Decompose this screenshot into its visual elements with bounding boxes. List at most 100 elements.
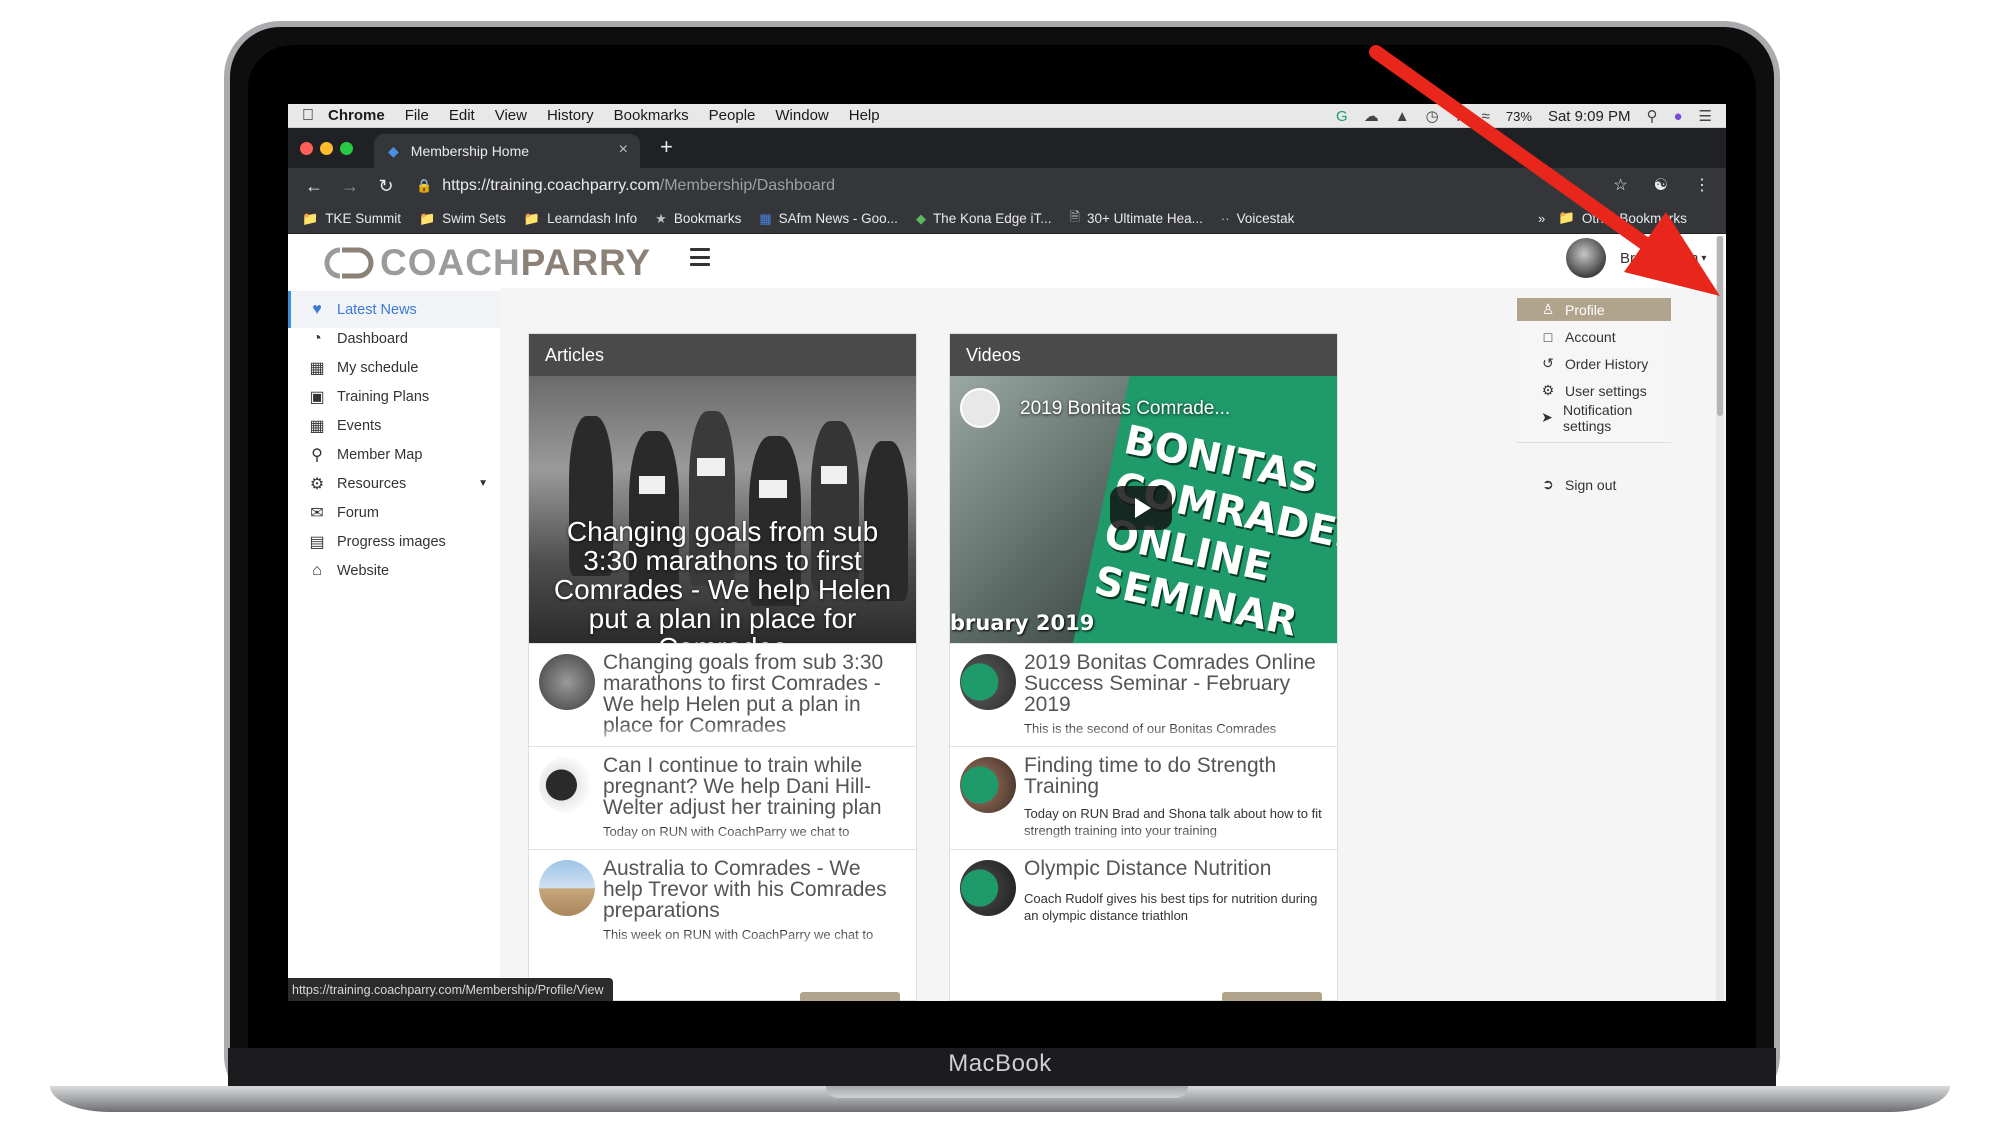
- menu-file[interactable]: File: [405, 107, 429, 124]
- video-item-title[interactable]: 2019 Bonitas Comrades Online Success Sem…: [1024, 652, 1323, 715]
- url-path: /Membership/Dashboard: [659, 177, 835, 194]
- menu-item-account[interactable]: □ Account: [1517, 325, 1671, 348]
- sidebar: ♥ Latest News ◔ Dashboard ▦ My schedule …: [288, 288, 500, 1001]
- menu-edit[interactable]: Edit: [449, 107, 475, 124]
- minimize-window-button[interactable]: [320, 142, 333, 155]
- bookmark-swim-sets[interactable]: 📁 Swim Sets: [419, 211, 506, 227]
- articles-hero[interactable]: Changing goals from sub 3:30 marathons t…: [529, 376, 916, 643]
- calendar-icon: ▦: [309, 417, 325, 435]
- chevron-down-icon[interactable]: ▾: [1701, 253, 1706, 264]
- menu-bookmarks[interactable]: Bookmarks: [614, 107, 689, 124]
- lock-icon[interactable]: 🔒: [416, 178, 432, 194]
- mac-menubar:  Chrome File Edit View History Bookmark…: [288, 104, 1726, 128]
- more-bookmarks-chevron-icon[interactable]: »: [1538, 211, 1545, 226]
- videos-more-button[interactable]: [1222, 992, 1322, 1001]
- user-menu-toggle[interactable]: Brad Brown ▾: [1566, 238, 1706, 278]
- zoom-window-button[interactable]: [340, 142, 353, 155]
- incognito-icon[interactable]: ☯: [1654, 175, 1668, 195]
- bookmark-label: Bookmarks: [673, 211, 742, 226]
- video-player[interactable]: BONITAS COMRADES ONLINE SEMINAR 2019 Bon…: [950, 376, 1337, 643]
- status-bar-url: https://training.coachparry.com/Membersh…: [288, 978, 614, 1001]
- article-title[interactable]: Australia to Comrades - We help Trevor w…: [603, 858, 902, 921]
- user-name[interactable]: Brad Brown: [1620, 250, 1698, 267]
- article-thumbnail[interactable]: [539, 757, 595, 813]
- cogs-icon: ⚙: [309, 475, 325, 493]
- article-thumbnail[interactable]: [539, 860, 595, 916]
- play-button-icon[interactable]: [1110, 486, 1172, 530]
- bookmark-bookmarks[interactable]: ★ Bookmarks: [655, 211, 741, 227]
- menu-item-sign-out[interactable]: ➲ Sign out: [1517, 473, 1671, 496]
- video-item-title[interactable]: Finding time to do Strength Training: [1024, 755, 1323, 797]
- notification-icon[interactable]: ▲: [1395, 108, 1410, 125]
- siri-icon[interactable]: ●: [1673, 108, 1682, 125]
- list-item[interactable]: Finding time to do Strength Training Tod…: [950, 746, 1337, 849]
- bookmark-learndash-info[interactable]: 📁 Learndash Info: [524, 211, 637, 227]
- address-bar[interactable]: 🔒 https://training.coachparry.com/Member…: [416, 172, 1611, 200]
- menu-view[interactable]: View: [495, 107, 527, 124]
- notification-center-icon[interactable]: ☰: [1699, 107, 1712, 125]
- coachparry-logo[interactable]: COACHPARRY: [318, 242, 651, 284]
- new-tab-button[interactable]: +: [660, 134, 673, 160]
- clock[interactable]: Sat 9:09 PM: [1548, 108, 1631, 125]
- menu-item-notification-settings[interactable]: ➤ Notification settings: [1517, 402, 1671, 434]
- video-thumbnail[interactable]: [960, 654, 1016, 710]
- menu-item-label: Order History: [1565, 355, 1649, 372]
- menu-window[interactable]: Window: [775, 107, 828, 124]
- reload-icon[interactable]: ↻: [376, 176, 396, 197]
- video-title[interactable]: 2019 Bonitas Comrade...: [1020, 398, 1230, 420]
- page-scrollbar-thumb[interactable]: [1717, 236, 1723, 416]
- bookmark-ultimate-hea[interactable]: 🗎 30+ Ultimate Hea...: [1070, 208, 1203, 230]
- logo-text-parry: PARRY: [520, 242, 652, 283]
- article-title[interactable]: Can I continue to train while pregnant? …: [603, 755, 902, 818]
- spotlight-search-icon[interactable]: ⚲: [1646, 107, 1657, 125]
- grammarly-icon[interactable]: G: [1336, 108, 1348, 125]
- menu-item-user-settings[interactable]: ⚙ User settings: [1517, 379, 1671, 402]
- channel-avatar[interactable]: [960, 388, 1000, 428]
- battery-percent[interactable]: 73%: [1506, 109, 1532, 124]
- list-item[interactable]: Changing goals from sub 3:30 marathons t…: [529, 643, 916, 746]
- sidebar-item-label: Progress images: [337, 533, 446, 550]
- hero-caption[interactable]: Changing goals from sub 3:30 marathons t…: [529, 517, 916, 643]
- forward-arrow-icon[interactable]: →: [340, 176, 360, 197]
- time-machine-icon[interactable]: ◷: [1426, 107, 1439, 125]
- menu-app-name[interactable]: Chrome: [328, 107, 385, 124]
- video-item-title[interactable]: Olympic Distance Nutrition: [1024, 858, 1323, 879]
- dashboard-icon: ◔: [312, 329, 322, 347]
- bookmark-kona-edge[interactable]: ◆ The Kona Edge iT...: [916, 211, 1052, 227]
- video-thumbnail[interactable]: [960, 757, 1016, 813]
- avatar[interactable]: [1566, 238, 1606, 278]
- page-icon: 🗎: [1069, 208, 1080, 224]
- apple-icon[interactable]: : [288, 107, 328, 125]
- wifi-icon[interactable]: ≈: [1482, 108, 1490, 125]
- list-item[interactable]: 2019 Bonitas Comrades Online Success Sem…: [950, 643, 1337, 746]
- heartbeat-icon: ♥: [312, 300, 322, 318]
- bookmark-voicestak[interactable]: ·· Voicestak: [1221, 211, 1294, 226]
- articles-more-button[interactable]: [800, 992, 900, 1001]
- menu-toggle-icon[interactable]: [690, 248, 710, 266]
- menu-people[interactable]: People: [709, 107, 756, 124]
- other-bookmarks[interactable]: 📁 Other Bookmarks: [1558, 210, 1687, 226]
- bookmark-safm-news[interactable]: ▦ SAfm News - Goo...: [759, 211, 898, 227]
- sidebar-item-website[interactable]: ⌂ Website: [288, 552, 500, 589]
- videos-heading: Videos: [950, 334, 1337, 376]
- tab-membership-home[interactable]: ◆ Membership Home ×: [374, 134, 640, 168]
- list-item[interactable]: Olympic Distance Nutrition Coach Rudolf …: [950, 849, 1337, 952]
- menu-help[interactable]: Help: [849, 107, 880, 124]
- cloud-upload-icon[interactable]: ☁: [1364, 107, 1379, 125]
- bluetooth-icon[interactable]: ⁈: [1455, 107, 1466, 125]
- close-tab-icon[interactable]: ×: [619, 141, 628, 159]
- video-thumbnail[interactable]: [960, 860, 1016, 916]
- bookmark-tke-summit[interactable]: 📁 TKE Summit: [302, 211, 401, 227]
- back-arrow-icon[interactable]: ←: [304, 176, 324, 197]
- star-bookmark-icon[interactable]: ☆: [1613, 175, 1627, 195]
- chrome-menu-icon[interactable]: ⋮: [1694, 175, 1710, 195]
- article-thumbnail[interactable]: [539, 654, 595, 710]
- list-item[interactable]: Australia to Comrades - We help Trevor w…: [529, 849, 916, 952]
- close-window-button[interactable]: [300, 142, 313, 155]
- menu-item-order-history[interactable]: ↺ Order History: [1517, 352, 1671, 375]
- menu-history[interactable]: History: [547, 107, 594, 124]
- menu-item-label: Account: [1565, 328, 1616, 345]
- menu-item-profile[interactable]: ♙ Profile: [1517, 298, 1671, 321]
- user-dropdown-menu: ♙ Profile □ Account ↺ Order History ⚙ Us…: [1517, 297, 1671, 443]
- list-item[interactable]: Can I continue to train while pregnant? …: [529, 746, 916, 849]
